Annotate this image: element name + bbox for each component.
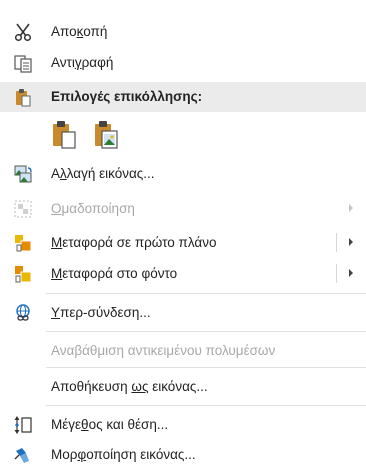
scissors-icon	[14, 23, 32, 42]
save-as-picture-label: Αποθήκευση ως εικόνας...	[51, 379, 208, 394]
change-picture-label: Αλλαγή εικόνας...	[51, 166, 155, 181]
format-picture-menu-item[interactable]: Μορφοποίηση εικόνας...	[0, 439, 366, 470]
group-label: Ομαδοποίηση	[51, 201, 135, 216]
paste-buttons-row	[0, 112, 366, 156]
submenu-separator	[336, 233, 337, 252]
group-icon	[14, 200, 32, 218]
send-to-back-icon	[15, 266, 32, 283]
format-picture-icon	[14, 448, 29, 463]
bring-to-front-icon	[15, 235, 32, 252]
hyperlink-icon	[16, 304, 30, 321]
paste-keep-source-icon	[53, 121, 76, 149]
save-as-picture-menu-item[interactable]: Αποθήκευση ως εικόνας...	[0, 371, 366, 402]
bring-to-front-submenu-arrow[interactable]	[349, 238, 353, 246]
paste-icon	[16, 89, 31, 107]
copy-menu-item[interactable]: Αντιγραφή	[0, 47, 366, 78]
bring-to-front-menu-item[interactable]: Μεταφορά σε πρώτο πλάνο	[0, 227, 366, 258]
hyperlink-label: Υπερ-σύνδεση...	[51, 305, 151, 320]
paste-picture-button[interactable]	[91, 118, 121, 150]
group-submenu-arrow	[349, 204, 353, 212]
menu-divider	[46, 293, 366, 294]
menu-divider	[46, 367, 366, 368]
paste-picture-icon	[95, 121, 118, 149]
format-picture-label: Μορφοποίηση εικόνας...	[51, 447, 196, 462]
copy-icon	[14, 55, 32, 73]
change-picture-menu-item[interactable]: Αλλαγή εικόνας...	[0, 158, 366, 189]
size-position-icon	[14, 416, 32, 434]
send-to-back-label: Μεταφορά στο φόντο	[51, 266, 178, 281]
update-media-menu-item: Αναβάθμιση αντικειμένου πολυμέσων	[0, 335, 366, 366]
menu-divider	[46, 405, 366, 406]
copy-label: Αντιγραφή	[51, 55, 114, 70]
change-picture-icon	[14, 165, 32, 183]
size-and-position-menu-item[interactable]: Μέγεθος και θέση...	[0, 409, 366, 440]
cut-label: Αποκοπή	[51, 24, 108, 39]
paste-options-header: Επιλογές επικόλλησης:	[0, 82, 366, 112]
menu-divider	[46, 331, 366, 332]
size-and-position-label: Μέγεθος και θέση...	[51, 417, 169, 432]
paste-keep-source-button[interactable]	[49, 118, 79, 150]
send-to-back-menu-item[interactable]: Μεταφορά στο φόντο	[0, 258, 366, 289]
paste-options-label: Επιλογές επικόλλησης:	[51, 89, 203, 104]
bring-to-front-label: Μεταφορά σε πρώτο πλάνο	[51, 235, 217, 250]
group-menu-item: Ομαδοποίηση	[0, 193, 366, 224]
send-to-back-submenu-arrow[interactable]	[349, 269, 353, 277]
cut-menu-item[interactable]: Αποκοπή	[0, 16, 366, 47]
update-media-label: Αναβάθμιση αντικειμένου πολυμέσων	[51, 343, 276, 358]
context-menu: Αποκοπή Αντιγραφή Επιλογές επικόλλησης:	[0, 0, 366, 468]
hyperlink-menu-item[interactable]: Υπερ-σύνδεση...	[0, 297, 366, 328]
submenu-separator	[336, 264, 337, 283]
